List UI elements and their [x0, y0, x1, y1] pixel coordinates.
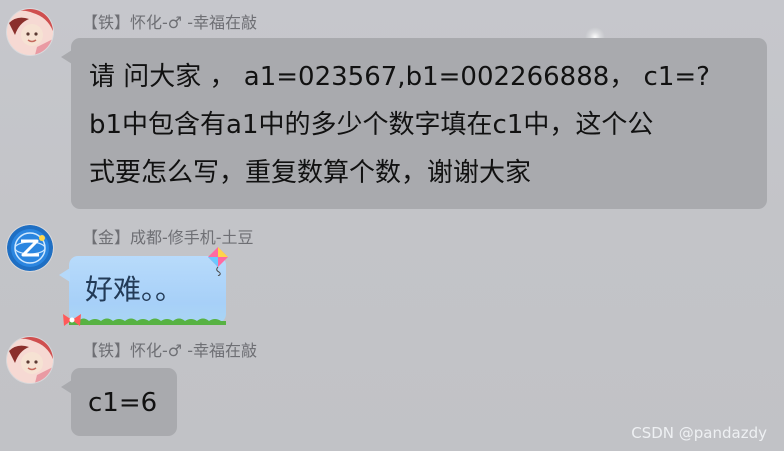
sender-name: 【铁】怀化-♂ -幸福在敲: [82, 13, 257, 32]
kite-icon: [208, 247, 228, 276]
watermark: CSDN @pandazdy: [631, 424, 767, 442]
avatar[interactable]: [7, 337, 53, 383]
bow-icon: [63, 314, 81, 326]
message-text: c1=6: [88, 388, 158, 418]
message-text-line: 式要怎么写，重复数算个数，谢谢大家: [89, 158, 532, 188]
sender-name: 【铁】怀化-♂ -幸福在敲: [82, 341, 257, 360]
message-bubble[interactable]: 好难。。: [59, 247, 228, 326]
message-text-line: b1中包含有a1中的多少个数字填在c1中，这个公: [89, 110, 654, 140]
avatar[interactable]: [7, 9, 53, 55]
message-text-line: 请 问大家 ， a1=023567,b1=002266888， c1=?: [89, 62, 710, 92]
message-bubble[interactable]: 请 问大家 ， a1=023567,b1=002266888， c1=? b1中…: [61, 38, 767, 209]
message-bubble[interactable]: c1=6: [61, 368, 177, 436]
grass-decoration-icon: [69, 318, 226, 325]
avatar[interactable]: [7, 225, 53, 271]
message-text: 好难。。: [85, 273, 184, 306]
sender-name: 【金】成都-修手机-土豆: [82, 228, 254, 247]
